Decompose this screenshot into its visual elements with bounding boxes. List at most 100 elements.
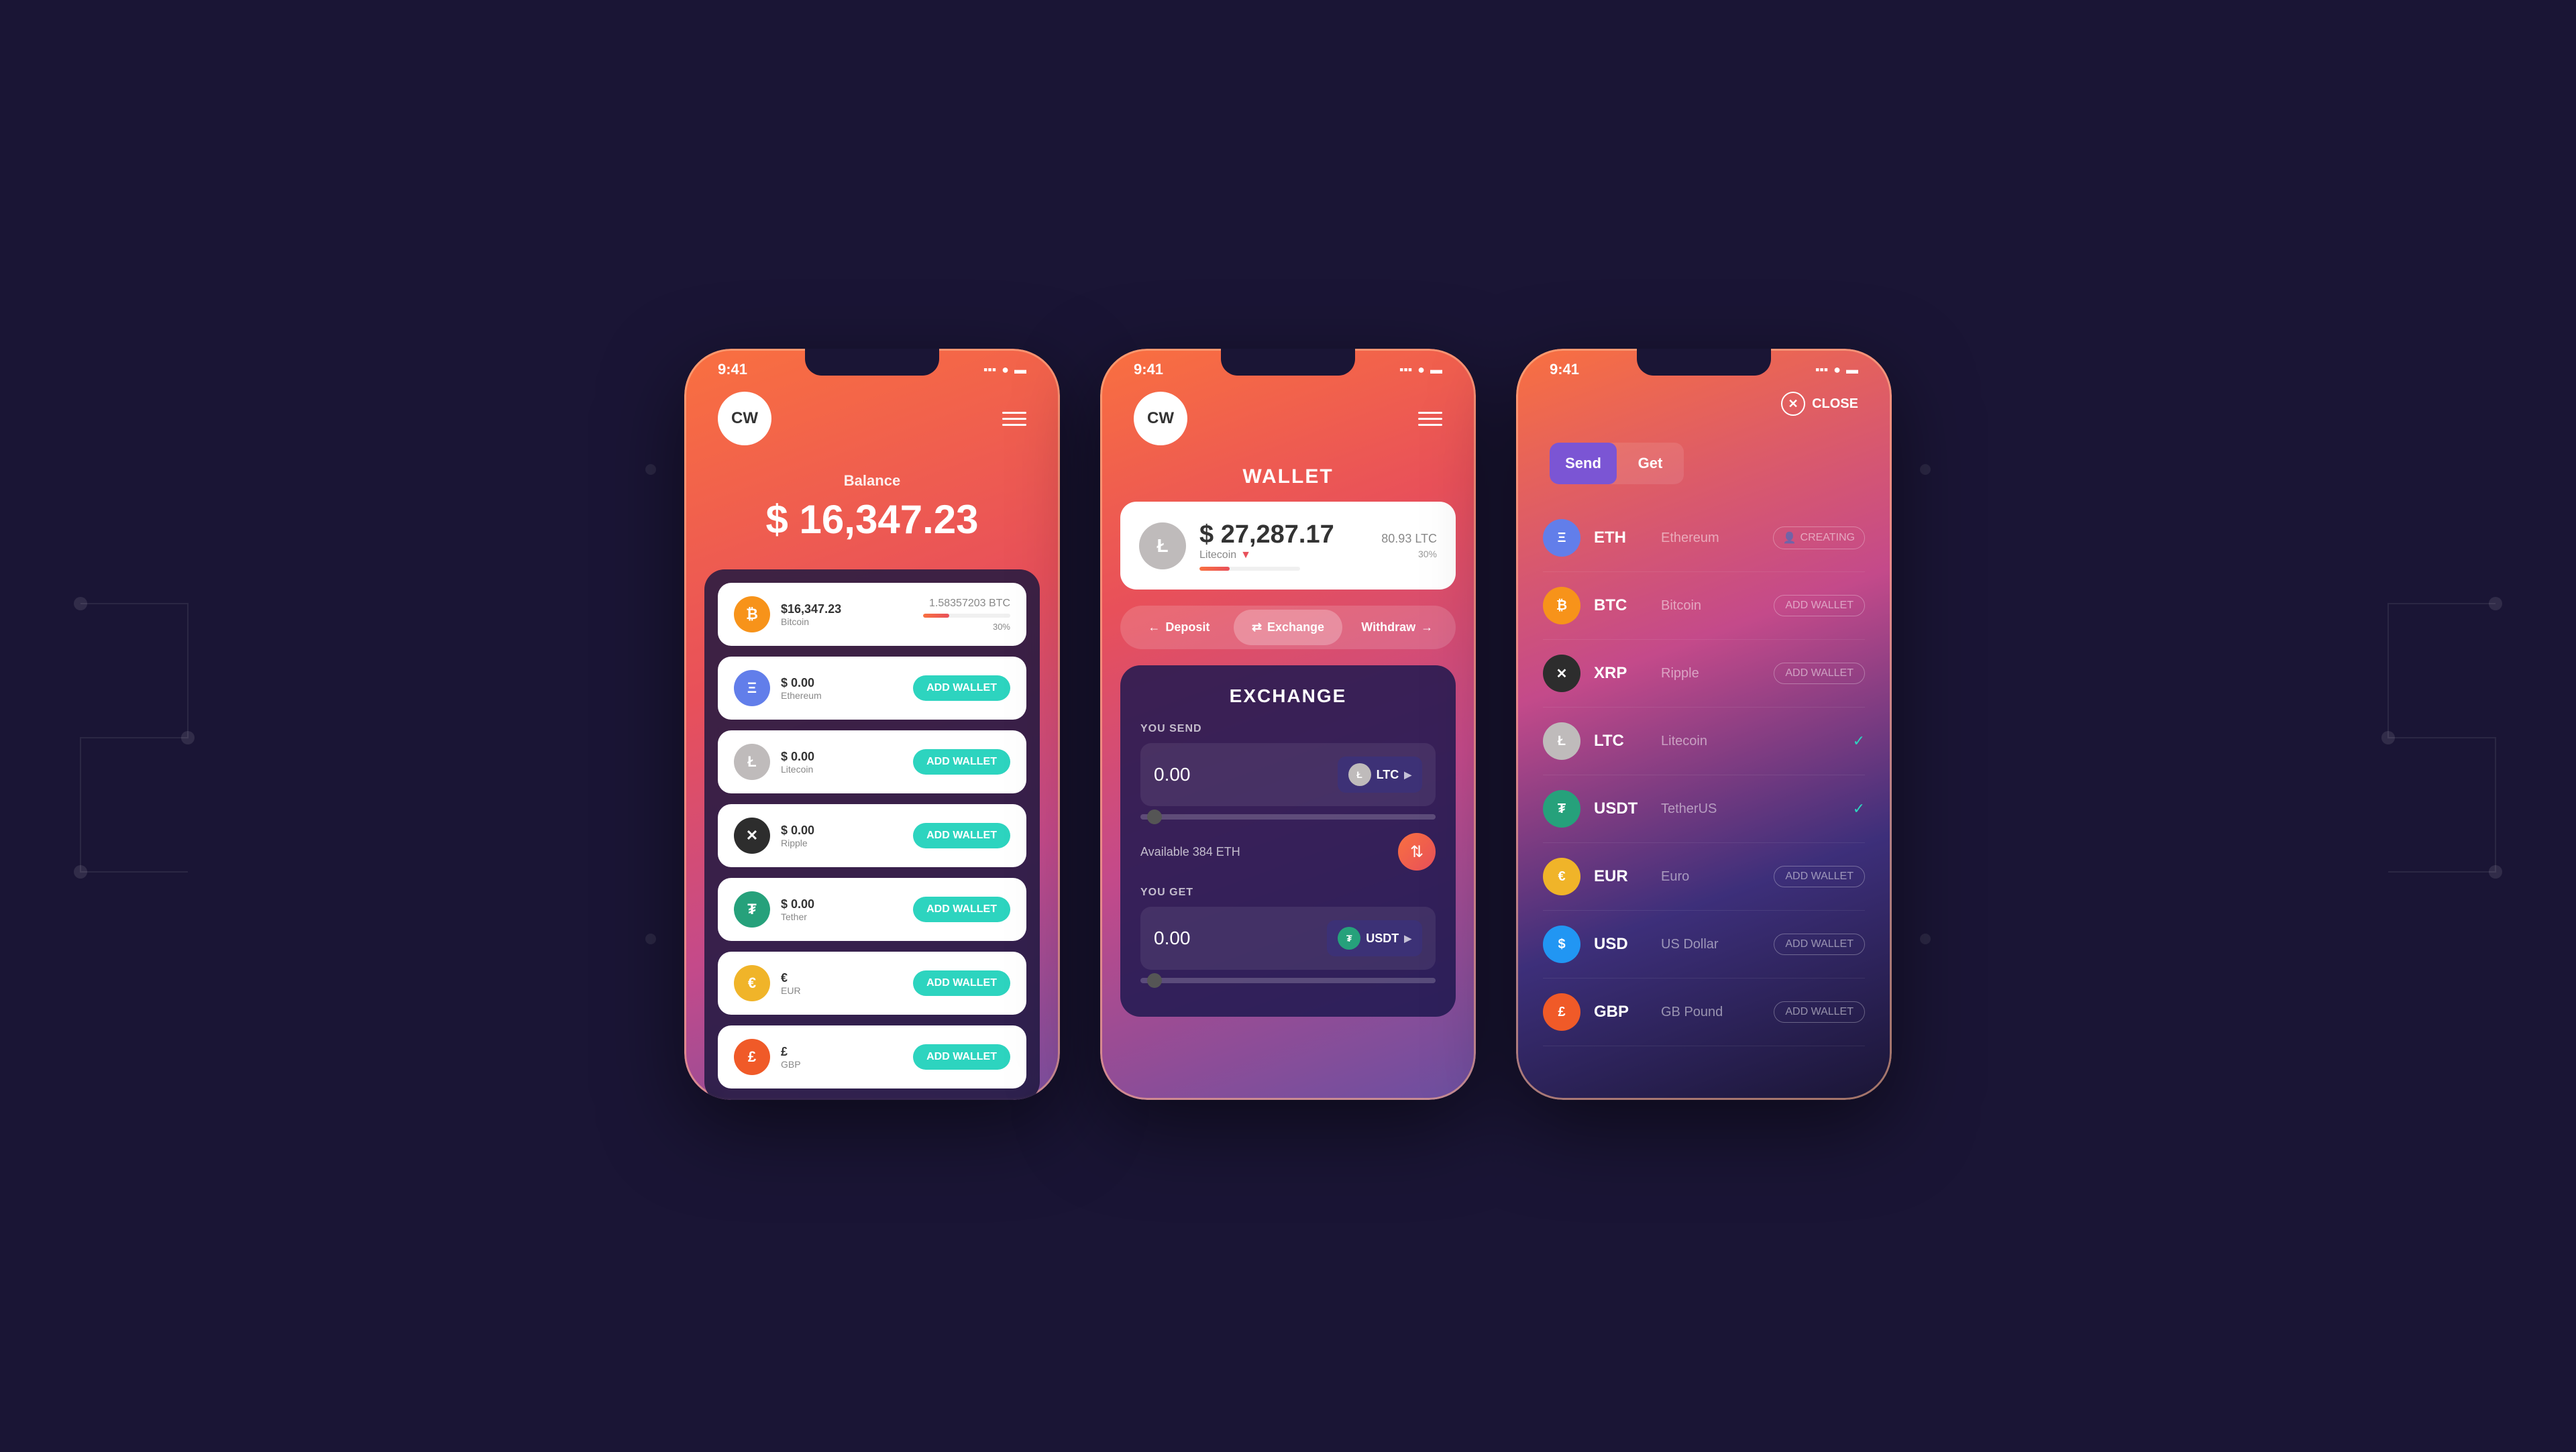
usdt-name: Tether xyxy=(781,911,814,922)
eth-creating-badge: 👤 CREATING xyxy=(1773,526,1865,549)
currency-list: Ξ ETH Ethereum 👤 CREATING ₿ BTC Bitcoin … xyxy=(1516,498,1892,1053)
send-toggle-btn[interactable]: Send xyxy=(1550,443,1617,484)
swap-icon: ⇅ xyxy=(1410,842,1424,862)
ltc-name: Litecoin xyxy=(781,764,814,775)
phone-currency: 9:41 ▪▪▪ ● ▬ ✕ CLOSE Send Get xyxy=(1516,349,1892,1100)
currency-item-eth[interactable]: Ξ ETH Ethereum 👤 CREATING xyxy=(1543,504,1865,572)
dropdown-arrow: ▼ xyxy=(1240,549,1251,561)
wallet-item-eur[interactable]: € € EUR ADD WALLET xyxy=(718,952,1026,1015)
add-wallet-xrp[interactable]: ADD WALLET xyxy=(913,823,1010,848)
phone-exchange: 9:41 ▪▪▪ ● ▬ CW WALLET xyxy=(1100,349,1476,1100)
usd-list-icon: $ xyxy=(1543,926,1580,963)
tab-exchange[interactable]: ⇄ Exchange xyxy=(1234,610,1343,645)
card-progress-label: 30% xyxy=(1381,549,1437,559)
balance-section: Balance $ 16,347.23 xyxy=(684,459,1060,569)
btc-add-badge[interactable]: ADD WALLET xyxy=(1774,595,1865,616)
add-wallet-ltc[interactable]: ADD WALLET xyxy=(913,749,1010,775)
xrp-list-icon: ✕ xyxy=(1543,655,1580,692)
eth-icon: Ξ xyxy=(734,670,770,706)
notch xyxy=(805,349,939,376)
send-slider[interactable] xyxy=(1140,814,1436,820)
signal-icon-3: ▪▪▪ xyxy=(1815,363,1828,377)
gbp-ticker: GBP xyxy=(1594,1003,1648,1021)
currency-item-usdt[interactable]: ₮ USDT TetherUS ✓ xyxy=(1543,775,1865,843)
get-coin-badge[interactable]: ₮ USDT ▶ xyxy=(1327,920,1422,956)
signal-icon: ▪▪▪ xyxy=(983,363,996,377)
close-button[interactable]: ✕ CLOSE xyxy=(1781,392,1858,416)
get-coin-arrow: ▶ xyxy=(1404,933,1411,944)
wallet-item-ltc[interactable]: Ł $ 0.00 Litecoin ADD WALLET xyxy=(718,730,1026,793)
deposit-arrow-icon: ← xyxy=(1148,620,1160,634)
status-icons-1: ▪▪▪ ● ▬ xyxy=(983,363,1026,377)
exchange-icon: ⇄ xyxy=(1252,620,1262,634)
usdt-full-name: TetherUS xyxy=(1661,801,1839,817)
usdt-icon: ₮ xyxy=(734,891,770,928)
currency-item-ltc[interactable]: Ł LTC Litecoin ✓ xyxy=(1543,708,1865,775)
add-wallet-eur[interactable]: ADD WALLET xyxy=(913,970,1010,996)
available-text: Available 384 ETH xyxy=(1140,845,1240,859)
card-amount: $ 27,287.17 xyxy=(1199,520,1334,549)
menu-button-2[interactable] xyxy=(1418,412,1442,426)
card-btc-amount: 80.93 LTC xyxy=(1381,532,1437,546)
phone-balance: 9:41 ▪▪▪ ● ▬ CW Balance $ 16,347.23 xyxy=(684,349,1060,1100)
btc-full-name: Bitcoin xyxy=(1661,598,1760,614)
wallet-item-usdt[interactable]: ₮ $ 0.00 Tether ADD WALLET xyxy=(718,878,1026,941)
eur-add-badge[interactable]: ADD WALLET xyxy=(1774,866,1865,887)
wallet-item-xrp[interactable]: ✕ $ 0.00 Ripple ADD WALLET xyxy=(718,804,1026,867)
usd-add-badge[interactable]: ADD WALLET xyxy=(1774,934,1865,955)
send-coin-badge[interactable]: Ł LTC ▶ xyxy=(1338,757,1422,793)
battery-icon-2: ▬ xyxy=(1430,363,1442,377)
tab-deposit[interactable]: ← Deposit xyxy=(1124,610,1234,645)
currency-item-usd[interactable]: $ USD US Dollar ADD WALLET xyxy=(1543,911,1865,979)
get-slider[interactable] xyxy=(1140,978,1436,983)
xrp-icon: ✕ xyxy=(734,818,770,854)
currency-item-btc[interactable]: ₿ BTC Bitcoin ADD WALLET xyxy=(1543,572,1865,640)
get-input-row[interactable]: 0.00 ₮ USDT ▶ xyxy=(1140,907,1436,970)
ltc-check-icon: ✓ xyxy=(1853,732,1865,750)
btc-ticker: BTC xyxy=(1594,596,1648,615)
eth-name: Ethereum xyxy=(781,690,822,701)
phone2-header: CW xyxy=(1100,378,1476,459)
currency-item-eur[interactable]: € EUR Euro ADD WALLET xyxy=(1543,843,1865,911)
menu-button-1[interactable] xyxy=(1002,412,1026,426)
btc-name: Bitcoin xyxy=(781,616,841,627)
add-wallet-gbp[interactable]: ADD WALLET xyxy=(913,1044,1010,1070)
you-get-label: YOU GET xyxy=(1140,887,1436,899)
wallet-card[interactable]: Ł $ 27,287.17 Litecoin ▼ xyxy=(1120,502,1456,590)
currency-item-gbp[interactable]: £ GBP GB Pound ADD WALLET xyxy=(1543,979,1865,1046)
user-icon: 👤 xyxy=(1783,531,1796,545)
get-slider-handle[interactable] xyxy=(1147,973,1162,988)
wallet-item-eth[interactable]: Ξ $ 0.00 Ethereum ADD WALLET xyxy=(718,657,1026,720)
eth-amount: $ 0.00 xyxy=(781,676,822,690)
status-icons-2: ▪▪▪ ● ▬ xyxy=(1399,363,1442,377)
wallet-list: ₿ $16,347.23 Bitcoin 1.58357203 BTC xyxy=(704,569,1040,1100)
send-amount: 0.00 xyxy=(1154,764,1191,785)
wallet-title: WALLET xyxy=(1100,465,1476,488)
withdraw-arrow-icon: → xyxy=(1421,620,1433,634)
phone3-header: ✕ CLOSE xyxy=(1516,378,1892,429)
status-time-3: 9:41 xyxy=(1550,361,1579,378)
wallet-item-gbp[interactable]: £ £ GBP ADD WALLET xyxy=(718,1025,1026,1088)
xrp-add-badge[interactable]: ADD WALLET xyxy=(1774,663,1865,684)
tab-withdraw[interactable]: Withdraw → xyxy=(1342,610,1452,645)
send-input-row[interactable]: 0.00 Ł LTC ▶ xyxy=(1140,743,1436,806)
eur-icon: € xyxy=(734,965,770,1001)
close-label: CLOSE xyxy=(1812,396,1858,412)
add-wallet-usdt[interactable]: ADD WALLET xyxy=(913,897,1010,922)
xrp-amount: $ 0.00 xyxy=(781,824,814,838)
send-coin-label: LTC xyxy=(1377,768,1399,782)
gbp-amount: £ xyxy=(781,1045,801,1059)
add-wallet-eth[interactable]: ADD WALLET xyxy=(913,675,1010,701)
wallet-item-btc[interactable]: ₿ $16,347.23 Bitcoin 1.58357203 BTC xyxy=(718,583,1026,646)
tab-bar: ← Deposit ⇄ Exchange Withdraw → xyxy=(1120,606,1456,649)
send-coin-icon: Ł xyxy=(1348,763,1371,786)
gbp-add-badge[interactable]: ADD WALLET xyxy=(1774,1001,1865,1023)
send-slider-handle[interactable] xyxy=(1147,809,1162,824)
get-coin-label: USDT xyxy=(1366,932,1399,946)
get-toggle-btn[interactable]: Get xyxy=(1617,443,1684,484)
you-send-label: YOU SEND xyxy=(1140,723,1436,735)
currency-item-xrp[interactable]: ✕ XRP Ripple ADD WALLET xyxy=(1543,640,1865,708)
gbp-icon: £ xyxy=(734,1039,770,1075)
send-get-toggle: Send Get xyxy=(1550,443,1684,484)
swap-button[interactable]: ⇅ xyxy=(1398,833,1436,871)
